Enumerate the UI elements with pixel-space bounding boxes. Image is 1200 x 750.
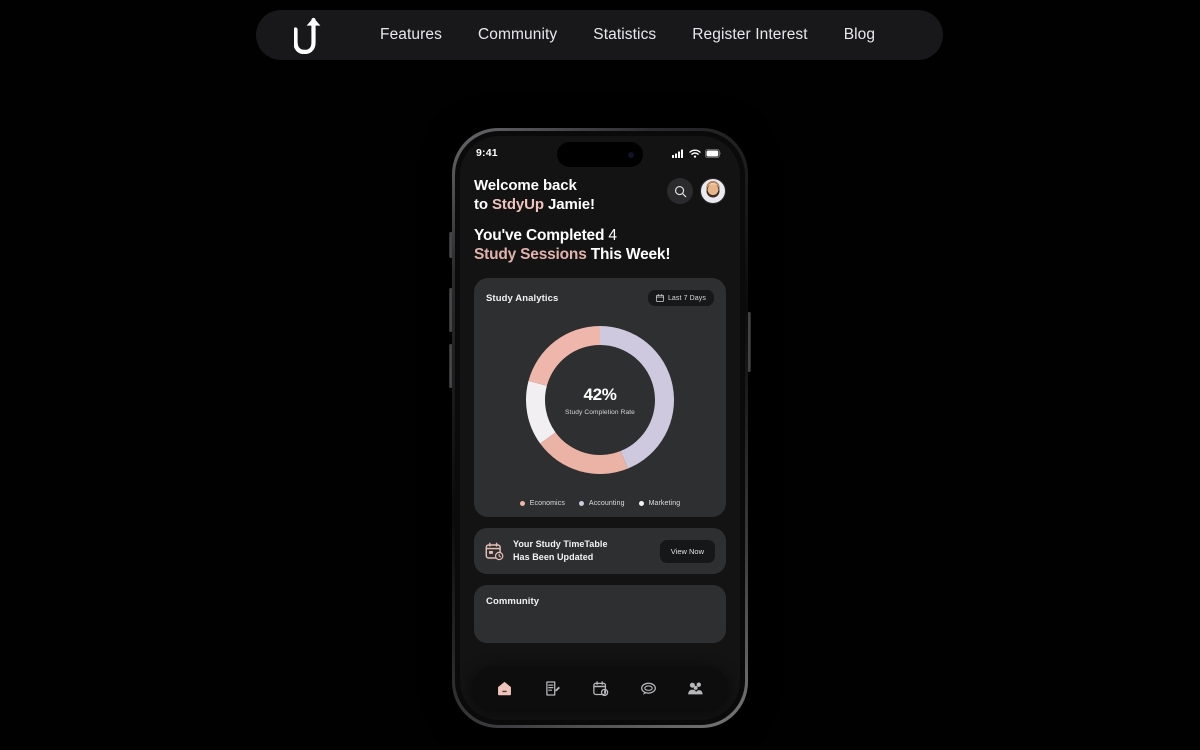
legend-color-dot: [638, 501, 644, 506]
nav-item-statistics[interactable]: Statistics: [575, 20, 674, 50]
greeting-text: Welcome back to StdyUp Jamie!: [474, 176, 595, 214]
view-now-button[interactable]: View Now: [659, 539, 715, 563]
banner-line-2: Has Been Updated: [513, 552, 594, 562]
top-navbar: Features Community Statistics Register I…: [256, 10, 943, 60]
completion-donut-chart: 42% Study Completion Rate: [518, 318, 682, 482]
headline-accent: Study Sessions: [474, 246, 587, 263]
donut-segment: [528, 326, 600, 386]
schedule-icon: [592, 681, 608, 697]
headline-rest: This Week!: [586, 246, 671, 263]
community-card: Community: [474, 585, 726, 643]
legend-color-dot: [578, 501, 584, 506]
landing-page: Features Community Statistics Register I…: [0, 0, 1200, 750]
banner-line-1: Your Study TimeTable: [513, 539, 608, 549]
greeting-suffix: Jamie!: [543, 196, 595, 213]
legend-item: Accounting: [578, 500, 625, 507]
front-camera-icon: [628, 151, 634, 158]
phone-screen: 9:41 Welcome back to StdyUp Jamie! You'v…: [460, 136, 740, 720]
home-icon: [497, 681, 511, 696]
calendar-updated-icon: [485, 542, 504, 560]
search-icon: [674, 185, 686, 197]
headline-lead: You've Completed: [474, 227, 609, 244]
notes-icon: [545, 681, 560, 696]
header-actions: [667, 176, 726, 204]
status-bar: 9:41: [460, 136, 740, 170]
search-button[interactable]: [667, 178, 693, 204]
date-range-chip[interactable]: Last 7 Days: [647, 290, 714, 306]
legend-item: Economics: [519, 500, 565, 507]
nav-links: Features Community Statistics Register I…: [362, 20, 893, 50]
tab-notes[interactable]: [537, 674, 567, 704]
chat-icon: [640, 682, 656, 695]
timetable-banner[interactable]: Your Study TimeTable Has Been Updated Vi…: [474, 528, 726, 574]
headline-line-1: You've Completed 4: [474, 226, 726, 245]
legend-label: Marketing: [648, 500, 681, 507]
user-avatar[interactable]: [700, 178, 726, 204]
tab-schedule[interactable]: [585, 674, 615, 704]
calendar-icon: [655, 294, 664, 302]
tab-chat[interactable]: [633, 674, 663, 704]
dynamic-island: [557, 142, 643, 167]
nav-item-features[interactable]: Features: [362, 20, 460, 50]
legend-label: Accounting: [588, 500, 625, 507]
greeting-line-1: Welcome back: [474, 177, 577, 194]
brand-logo[interactable]: [284, 16, 338, 54]
phone-bezel: 9:41 Welcome back to StdyUp Jamie! You'v…: [455, 131, 745, 725]
donut-svg: [526, 326, 674, 474]
nav-item-community[interactable]: Community: [460, 20, 575, 50]
tab-people[interactable]: [681, 674, 711, 704]
date-range-label: Last 7 Days: [667, 294, 706, 302]
headline-count: 4: [608, 227, 617, 244]
page-headline: You've Completed 4 Study Sessions This W…: [474, 226, 726, 264]
app-content: Welcome back to StdyUp Jamie! You've Com…: [460, 170, 740, 720]
banner-text: Your Study TimeTable Has Been Updated: [513, 538, 651, 564]
brand-name: StdyUp: [492, 196, 544, 213]
headline-line-2: Study Sessions This Week!: [474, 245, 726, 264]
study-analytics-card: Study Analytics Last 7 Days 42% Study Co…: [474, 278, 726, 517]
phone-mockup: 9:41 Welcome back to StdyUp Jamie! You'v…: [452, 128, 748, 728]
cellular-signal-icon: [672, 149, 683, 158]
card-header: Study Analytics Last 7 Days: [486, 290, 714, 306]
legend-label: Economics: [529, 500, 565, 507]
chart-legend: Economics Accounting Marketing: [486, 500, 714, 507]
nav-item-blog[interactable]: Blog: [826, 20, 893, 50]
status-icons: [672, 148, 722, 158]
u-turn-arrow-logo-icon: [294, 17, 321, 54]
battery-icon: [705, 148, 721, 158]
tab-home[interactable]: [489, 674, 519, 704]
nav-item-register-interest[interactable]: Register Interest: [674, 20, 825, 50]
greeting-row: Welcome back to StdyUp Jamie!: [474, 176, 726, 214]
donut-segment: [526, 380, 556, 444]
legend-item: Marketing: [638, 500, 681, 507]
people-icon: [688, 682, 703, 695]
donut-segment: [600, 326, 674, 469]
card-title: Study Analytics: [486, 292, 559, 304]
status-time: 9:41: [476, 147, 498, 159]
legend-color-dot: [519, 501, 525, 506]
donut-segment: [540, 432, 628, 474]
wifi-icon: [689, 149, 701, 158]
greeting-prefix: to: [474, 196, 493, 213]
bottom-tab-bar: [472, 667, 728, 710]
community-title: Community: [486, 596, 540, 607]
greeting-line-2: to StdyUp Jamie!: [474, 195, 595, 214]
